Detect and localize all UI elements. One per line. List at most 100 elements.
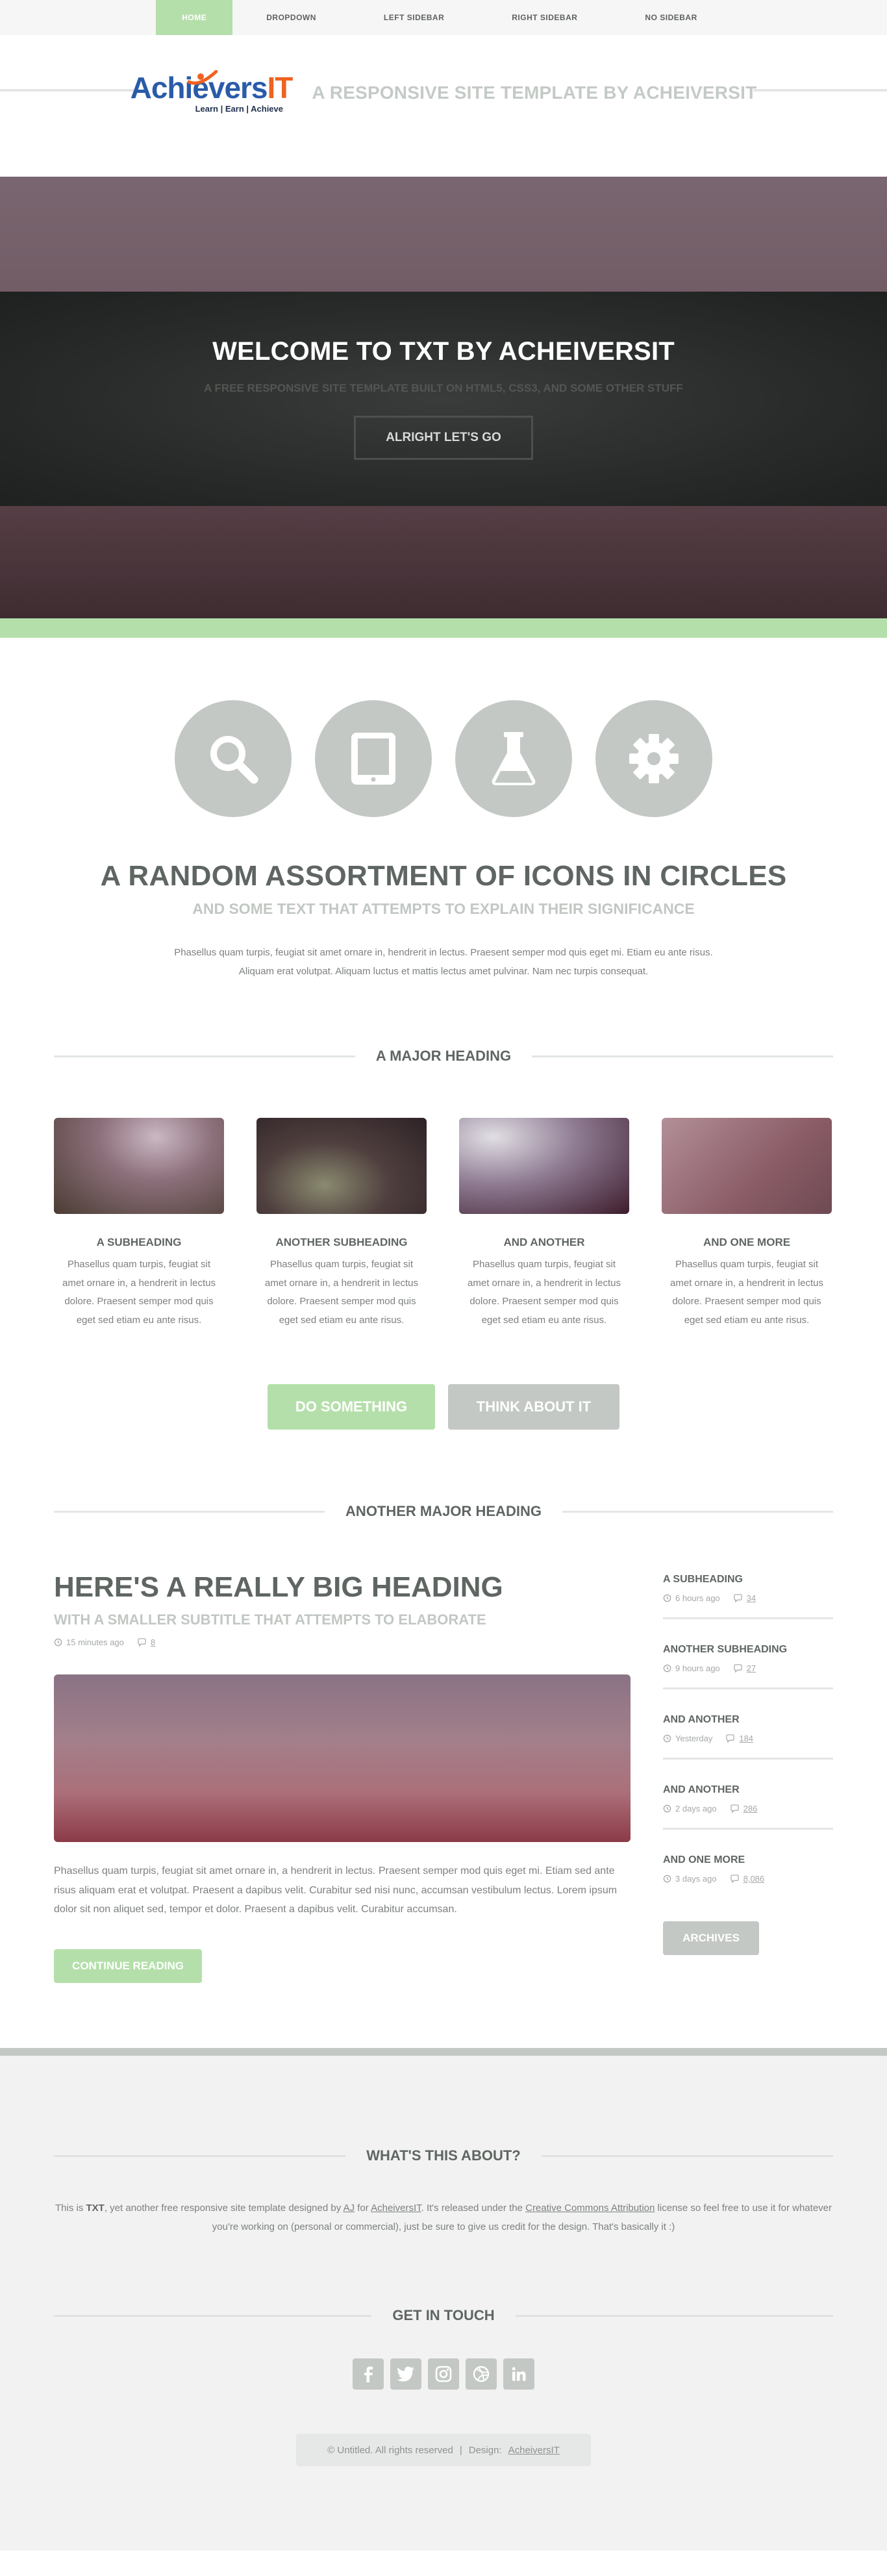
think-about-it-button[interactable]: THINK ABOUT IT: [448, 1384, 619, 1430]
feature-card[interactable]: AND ONE MORE Phasellus quam turpis, feug…: [662, 1118, 832, 1330]
top-nav: HOME DROPDOWN LEFT SIDEBAR RIGHT SIDEBAR…: [0, 0, 887, 35]
post-title[interactable]: HERE'S A REALLY BIG HEADING: [54, 1571, 631, 1604]
sidebar-item: ANOTHER SUBHEADING 9 hours ago 27: [663, 1619, 833, 1689]
hero-band: WELCOME TO TXT BY ACHEIVERSIT A FREE RES…: [0, 292, 887, 506]
hero-cta-button[interactable]: ALRIGHT LET'S GO: [354, 416, 533, 460]
sidebar-item-title[interactable]: ANOTHER SUBHEADING: [663, 1644, 833, 1656]
nav-item-dropdown[interactable]: DROPDOWN: [232, 0, 350, 35]
facebook-icon[interactable]: [353, 2358, 384, 2390]
sidebar-item-time: 3 days ago: [675, 1874, 717, 1884]
post-subtitle: WITH A SMALLER SUBTITLE THAT ATTEMPTS TO…: [54, 1611, 486, 1628]
post-comments-link[interactable]: 8: [151, 1637, 155, 1647]
featured-post: HERE'S A REALLY BIG HEADING WITH A SMALL…: [54, 1571, 631, 1983]
feature-text: Phasellus quam turpis, feugiat sit amet …: [468, 1259, 621, 1326]
feature-text: Phasellus quam turpis, feugiat sit amet …: [265, 1259, 418, 1326]
sidebar-item-meta: 3 days ago 8,086: [663, 1874, 833, 1884]
comments-icon: [730, 1804, 739, 1813]
sidebar-item-title[interactable]: AND ANOTHER: [663, 1784, 833, 1796]
feature-image[interactable]: [662, 1118, 832, 1214]
feature-text: Phasellus quam turpis, feugiat sit amet …: [62, 1259, 216, 1326]
feature-card[interactable]: AND ANOTHER Phasellus quam turpis, feugi…: [459, 1118, 629, 1330]
feature-card[interactable]: ANOTHER SUBHEADING Phasellus quam turpis…: [256, 1118, 427, 1330]
feature-image[interactable]: [54, 1118, 224, 1214]
nav-item-right-sidebar[interactable]: RIGHT SIDEBAR: [478, 0, 611, 35]
clock-icon: [663, 1875, 671, 1883]
icons-text: Phasellus quam turpis, feugiat sit amet …: [174, 947, 713, 977]
hero-banner: WELCOME TO TXT BY ACHEIVERSIT A FREE RES…: [0, 177, 887, 618]
clock-icon: [663, 1804, 671, 1813]
archives-button[interactable]: ARCHIVES: [663, 1921, 759, 1955]
sidebar-item-title[interactable]: AND ONE MORE: [663, 1854, 833, 1866]
site-header: AchieversIT Learn | Earn | Achieve A RES…: [0, 35, 887, 177]
nav-item-no-sidebar[interactable]: NO SIDEBAR: [611, 0, 731, 35]
hero-title: WELCOME TO TXT BY ACHEIVERSIT: [212, 337, 675, 366]
linkedin-icon[interactable]: [503, 2358, 534, 2390]
sidebar-item-comments[interactable]: 8,086: [743, 1874, 765, 1884]
sidebar-item-meta: 9 hours ago 27: [663, 1663, 833, 1673]
feature-title: AND ONE MORE: [703, 1236, 791, 1248]
site-footer: WHAT'S THIS ABOUT? This is TXT, yet anot…: [0, 2047, 887, 2551]
section-heading: GET IN TOUCH: [54, 2303, 833, 2329]
feature-image[interactable]: [459, 1118, 629, 1214]
sidebar-item-time: 2 days ago: [675, 1804, 717, 1813]
search-icon: [175, 700, 292, 817]
design-label: Design:: [468, 2444, 502, 2456]
feature-text: Phasellus quam turpis, feugiat sit amet …: [670, 1259, 823, 1326]
features-grid: A SUBHEADING Phasellus quam turpis, feug…: [54, 1118, 833, 1330]
icons-title: A RANDOM ASSORTMENT OF ICONS IN CIRCLES: [100, 860, 787, 892]
twitter-icon[interactable]: [390, 2358, 421, 2390]
feature-card[interactable]: A SUBHEADING Phasellus quam turpis, feug…: [54, 1118, 224, 1330]
cta-buttons: DO SOMETHING THINK ABOUT IT: [0, 1384, 887, 1430]
flask-icon: [455, 700, 572, 817]
post-time: 15 minutes ago: [66, 1637, 124, 1647]
sidebar-item-comments[interactable]: 27: [747, 1663, 756, 1673]
section-heading: WHAT'S THIS ABOUT?: [54, 2143, 833, 2169]
sidebar-item-comments[interactable]: 184: [739, 1734, 753, 1743]
sidebar-item-title[interactable]: A SUBHEADING: [663, 1574, 833, 1585]
clock-icon: [54, 1638, 62, 1647]
nav-item-home[interactable]: HOME: [156, 0, 233, 35]
design-credit-link[interactable]: AcheiversIT: [508, 2445, 560, 2456]
another-major-heading: ANOTHER MAJOR HEADING: [325, 1503, 562, 1520]
post-image[interactable]: [54, 1674, 631, 1842]
do-something-button[interactable]: DO SOMETHING: [268, 1384, 435, 1430]
sidebar-item-comments[interactable]: 286: [743, 1804, 758, 1813]
feature-image[interactable]: [256, 1118, 427, 1214]
license-link[interactable]: Creative Commons Attribution: [525, 2203, 655, 2214]
sidebar-item-comments[interactable]: 34: [747, 1593, 756, 1603]
sidebar: A SUBHEADING 6 hours ago 34 ANOTHER SUBH…: [663, 1571, 833, 1983]
clock-icon: [663, 1594, 671, 1602]
post-text: Phasellus quam turpis, feugiat sit amet …: [54, 1865, 618, 1915]
sidebar-item-title[interactable]: AND ANOTHER: [663, 1714, 833, 1726]
icons-subtitle: AND SOME TEXT THAT ATTEMPTS TO EXPLAIN T…: [192, 900, 695, 917]
instagram-icon[interactable]: [428, 2358, 459, 2390]
sidebar-item-time: 9 hours ago: [675, 1663, 720, 1673]
sidebar-item-meta: 6 hours ago 34: [663, 1593, 833, 1603]
clock-icon: [663, 1734, 671, 1743]
comments-icon: [730, 1875, 739, 1883]
major-heading-wrap: A MAJOR HEADING: [0, 1043, 887, 1069]
feature-title: ANOTHER SUBHEADING: [275, 1236, 408, 1248]
social-links: [0, 2358, 887, 2390]
dribbble-icon[interactable]: [466, 2358, 497, 2390]
continue-reading-button[interactable]: CONTINUE READING: [54, 1949, 202, 1983]
comments-icon: [138, 1638, 146, 1647]
logo-tagline: Learn | Earn | Achieve: [195, 103, 283, 114]
another-heading-wrap: ANOTHER MAJOR HEADING: [0, 1498, 887, 1524]
logo-swoosh-icon: [187, 69, 218, 84]
accent-bar: [0, 618, 887, 638]
about-heading: WHAT'S THIS ABOUT?: [345, 2147, 542, 2164]
site-logo[interactable]: AchieversIT Learn | Earn | Achieve: [131, 69, 293, 114]
comments-icon: [733, 1594, 742, 1602]
sidebar-item: AND ANOTHER Yesterday 184: [663, 1689, 833, 1760]
section-heading: ANOTHER MAJOR HEADING: [54, 1498, 833, 1524]
site-tagline: A RESPONSIVE SITE TEMPLATE BY ACHEIVERSI…: [312, 82, 757, 103]
clock-icon: [663, 1664, 671, 1673]
blog-section: HERE'S A REALLY BIG HEADING WITH A SMALL…: [54, 1571, 833, 1983]
nav-item-left-sidebar[interactable]: LEFT SIDEBAR: [350, 0, 478, 35]
comments-icon: [726, 1734, 735, 1743]
author-link[interactable]: AJ: [344, 2203, 355, 2214]
sidebar-item-time: Yesterday: [675, 1734, 713, 1743]
sidebar-item-time: 6 hours ago: [675, 1593, 720, 1603]
company-link[interactable]: AcheiversIT: [371, 2203, 421, 2214]
